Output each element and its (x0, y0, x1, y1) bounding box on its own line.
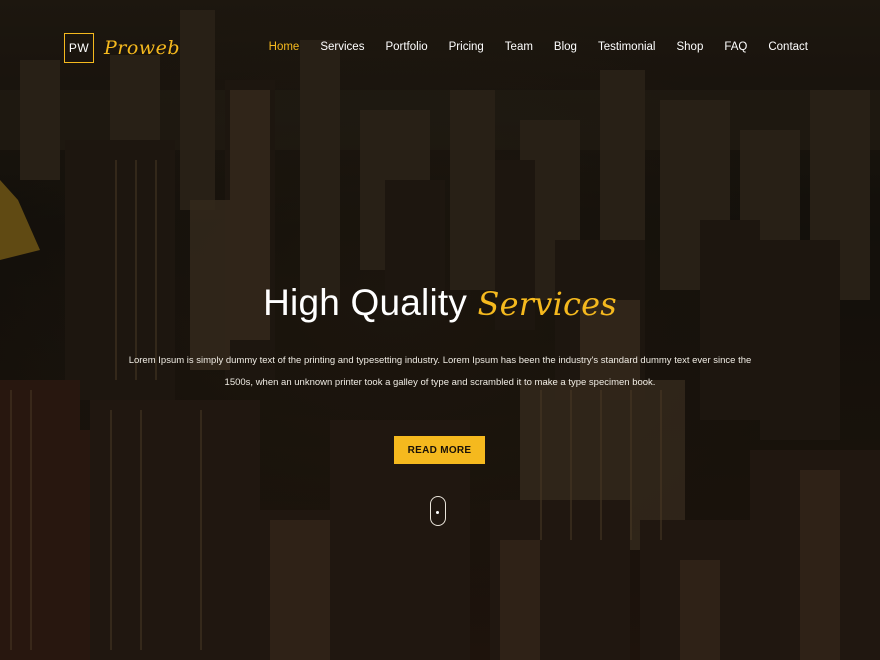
nav-team[interactable]: Team (505, 41, 533, 53)
hero-title: High Quality Services (0, 282, 880, 324)
nav-blog[interactable]: Blog (554, 41, 577, 53)
logo-mark: PW (64, 33, 94, 63)
nav-portfolio[interactable]: Portfolio (385, 41, 427, 53)
mouse-scroll-icon[interactable] (430, 496, 446, 526)
hero-title-accent: Services (477, 285, 617, 323)
logo-name: Proweb (104, 37, 180, 59)
nav-pricing[interactable]: Pricing (449, 41, 484, 53)
hero-title-plain: High Quality (263, 282, 468, 323)
read-more-button[interactable]: READ MORE (394, 436, 485, 464)
scroll-dot (436, 511, 439, 514)
nav-contact[interactable]: Contact (768, 41, 808, 53)
hero-description: Lorem Ipsum is simply dummy text of the … (128, 355, 752, 388)
nav-testimonial[interactable]: Testimonial (598, 41, 656, 53)
hero-section: PW Proweb Home Services Portfolio Pricin… (0, 0, 880, 660)
nav-shop[interactable]: Shop (676, 41, 703, 53)
dark-overlay (0, 0, 880, 660)
nav-faq[interactable]: FAQ (724, 41, 747, 53)
nav-home[interactable]: Home (269, 41, 300, 53)
site-logo[interactable]: PW Proweb (64, 33, 180, 63)
main-nav: Home Services Portfolio Pricing Team Blo… (269, 41, 808, 53)
nav-services[interactable]: Services (320, 41, 364, 53)
